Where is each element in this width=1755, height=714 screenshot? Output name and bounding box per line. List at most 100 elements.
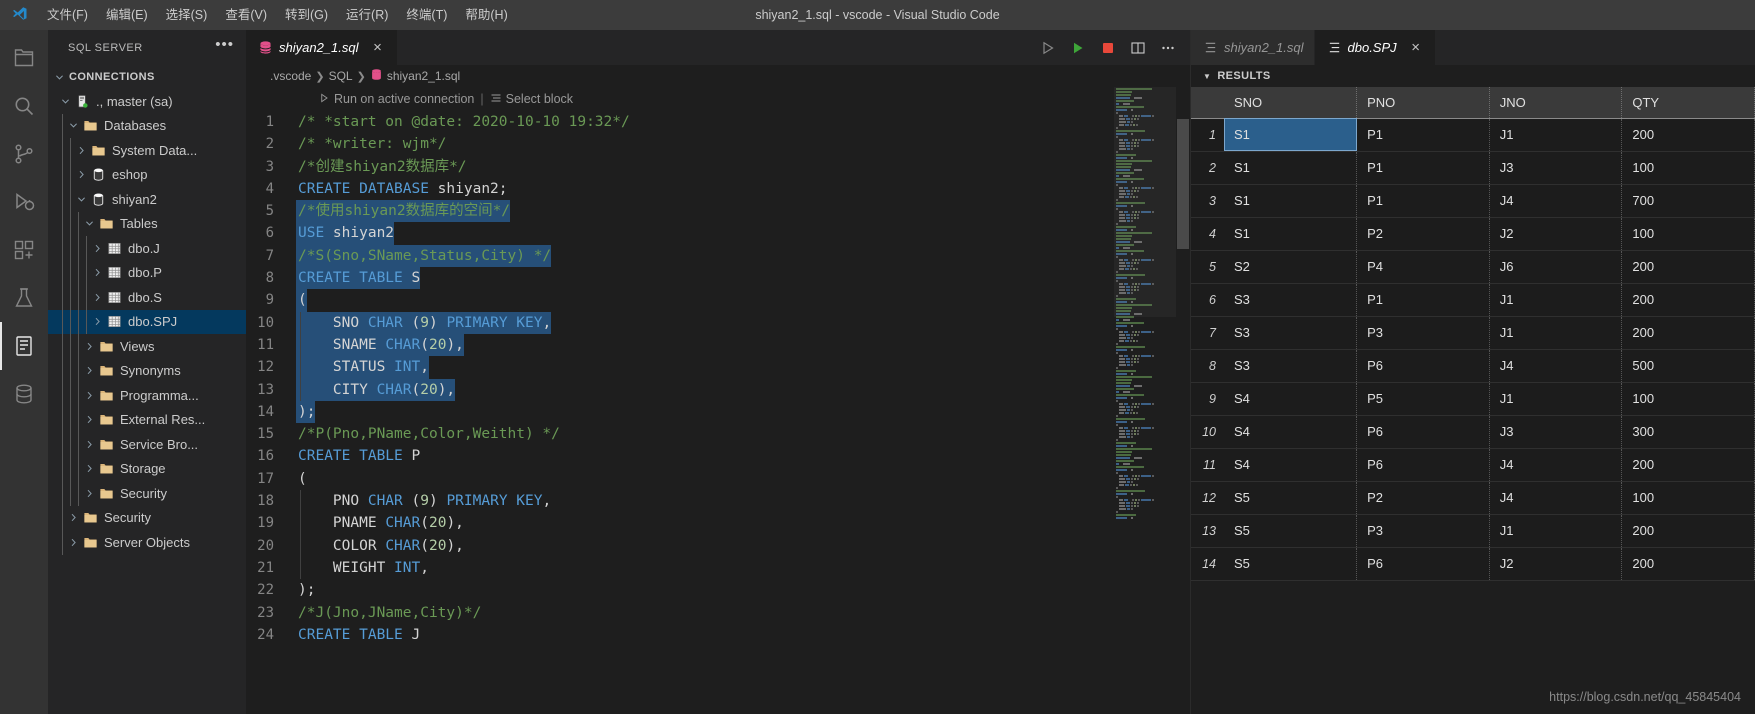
grid-cell-qty[interactable]: 100 xyxy=(1622,481,1755,514)
menu-item-view[interactable]: 查看(V) xyxy=(216,0,276,30)
grid-cell-pno[interactable]: P1 xyxy=(1357,283,1490,316)
column-header-sno[interactable]: SNO xyxy=(1224,87,1357,118)
grid-cell-sno[interactable]: S4 xyxy=(1224,382,1357,415)
tree-item-shiyan2[interactable]: shiyan2 xyxy=(48,187,246,212)
database-icon[interactable] xyxy=(0,370,48,418)
tree-item-security[interactable]: Security xyxy=(48,481,246,506)
tree-item-system-data[interactable]: System Data... xyxy=(48,138,246,163)
table-row[interactable]: 8S3P6J4500 xyxy=(1191,349,1755,382)
grid-cell-jno[interactable]: J4 xyxy=(1489,349,1622,382)
grid-cell-pno[interactable]: P1 xyxy=(1357,184,1490,217)
chevron-right-icon[interactable] xyxy=(82,383,96,408)
table-row[interactable]: 5S2P4J6200 xyxy=(1191,250,1755,283)
grid-cell-qty[interactable]: 100 xyxy=(1622,217,1755,250)
code-line[interactable]: 2/* *writer: wjm*/ xyxy=(246,133,1190,155)
code-line[interactable]: 16CREATE TABLE P xyxy=(246,445,1190,467)
code-line[interactable]: 7/*S(Sno,SName,Status,City) */ xyxy=(246,245,1190,267)
row-number-cell[interactable]: 2 xyxy=(1191,151,1224,184)
tree-item-dbo-j[interactable]: dbo.J xyxy=(48,236,246,261)
code-line[interactable]: 4CREATE DATABASE shiyan2; xyxy=(246,178,1190,200)
grid-cell-qty[interactable]: 200 xyxy=(1622,250,1755,283)
grid-cell-sno[interactable]: S3 xyxy=(1224,349,1357,382)
tree-item-security[interactable]: Security xyxy=(48,506,246,531)
tree-item-databases[interactable]: Databases xyxy=(48,114,246,139)
menu-item-go[interactable]: 转到(G) xyxy=(276,0,337,30)
code-line[interactable]: 3/*创建shiyan2数据库*/ xyxy=(246,156,1190,178)
grid-cell-pno[interactable]: P3 xyxy=(1357,514,1490,547)
run-query-outline-button[interactable] xyxy=(1034,34,1062,62)
table-row[interactable]: 13S5P3J1200 xyxy=(1191,514,1755,547)
code-editor[interactable]: 1/* *start on @date: 2020-10-10 19:32*/2… xyxy=(246,87,1190,714)
close-icon[interactable]: × xyxy=(1407,39,1425,57)
table-row[interactable]: 11S4P6J4200 xyxy=(1191,448,1755,481)
source-control-icon[interactable] xyxy=(0,130,48,178)
menu-item-edit[interactable]: 编辑(E) xyxy=(97,0,157,30)
row-number-cell[interactable]: 12 xyxy=(1191,481,1224,514)
grid-cell-pno[interactable]: P2 xyxy=(1357,217,1490,250)
grid-cell-jno[interactable]: J3 xyxy=(1489,151,1622,184)
menu-item-selection[interactable]: 选择(S) xyxy=(157,0,217,30)
grid-cell-qty[interactable]: 200 xyxy=(1622,547,1755,580)
grid-cell-qty[interactable]: 200 xyxy=(1622,316,1755,349)
sql-server-icon[interactable] xyxy=(0,322,48,370)
tree-item-server-objects[interactable]: Server Objects xyxy=(48,530,246,555)
row-number-cell[interactable]: 9 xyxy=(1191,382,1224,415)
code-line[interactable]: 10 SNO CHAR (9) PRIMARY KEY, xyxy=(246,312,1190,334)
code-line[interactable]: 9( xyxy=(246,289,1190,311)
row-number-cell[interactable]: 13 xyxy=(1191,514,1224,547)
chevron-right-icon[interactable] xyxy=(66,530,80,555)
chevron-down-icon[interactable] xyxy=(66,114,80,139)
results-tab-shiyan2-1-sql[interactable]: shiyan2_1.sql xyxy=(1191,30,1315,65)
tree-item-tables[interactable]: Tables xyxy=(48,212,246,237)
editor-tab-shiyan2-1-sql[interactable]: shiyan2_1.sql × xyxy=(246,30,398,65)
table-row[interactable]: 4S1P2J2100 xyxy=(1191,217,1755,250)
grid-cell-jno[interactable]: J1 xyxy=(1489,283,1622,316)
menu-item-terminal[interactable]: 终端(T) xyxy=(397,0,456,30)
grid-cell-jno[interactable]: J1 xyxy=(1489,382,1622,415)
minimap-slider[interactable] xyxy=(1114,87,1176,317)
grid-cell-qty[interactable]: 200 xyxy=(1622,283,1755,316)
grid-cell-qty[interactable]: 700 xyxy=(1622,184,1755,217)
grid-cell-pno[interactable]: P5 xyxy=(1357,382,1490,415)
chevron-down-icon[interactable] xyxy=(82,212,96,237)
test-beaker-icon[interactable] xyxy=(0,274,48,322)
chevron-right-icon[interactable] xyxy=(82,408,96,433)
tree-item-programma[interactable]: Programma... xyxy=(48,383,246,408)
grid-cell-pno[interactable]: P4 xyxy=(1357,250,1490,283)
chevron-right-icon[interactable] xyxy=(90,285,104,310)
code-line[interactable]: 6USE shiyan2 xyxy=(246,222,1190,244)
row-number-cell[interactable]: 10 xyxy=(1191,415,1224,448)
menu-item-file[interactable]: 文件(F) xyxy=(38,0,97,30)
code-line[interactable]: 19 PNAME CHAR(20), xyxy=(246,512,1190,534)
row-number-cell[interactable]: 5 xyxy=(1191,250,1224,283)
run-on-active-connection-lens[interactable]: Run on active connection xyxy=(318,92,474,107)
code-line[interactable]: 22); xyxy=(246,579,1190,601)
minimap[interactable] xyxy=(1114,87,1176,714)
row-number-cell[interactable]: 8 xyxy=(1191,349,1224,382)
grid-cell-sno[interactable]: S3 xyxy=(1224,283,1357,316)
grid-cell-sno[interactable]: S1 xyxy=(1224,151,1357,184)
chevron-right-icon[interactable] xyxy=(82,457,96,482)
grid-cell-jno[interactable]: J3 xyxy=(1489,415,1622,448)
grid-cell-qty[interactable]: 200 xyxy=(1622,448,1755,481)
editor-scrollbar[interactable] xyxy=(1176,87,1190,714)
grid-cell-sno[interactable]: S4 xyxy=(1224,415,1357,448)
chevron-right-icon[interactable] xyxy=(82,432,96,457)
grid-cell-sno[interactable]: S1 xyxy=(1224,184,1357,217)
grid-cell-pno[interactable]: P3 xyxy=(1357,316,1490,349)
select-block-lens[interactable]: Select block xyxy=(490,92,573,107)
tree-item-master-sa[interactable]: ., master (sa) xyxy=(48,89,246,114)
chevron-right-icon[interactable] xyxy=(90,310,104,335)
breadcrumb-item-file[interactable]: shiyan2_1.sql xyxy=(370,68,460,84)
grid-cell-qty[interactable]: 200 xyxy=(1622,118,1755,151)
chevron-right-icon[interactable] xyxy=(74,138,88,163)
chevron-right-icon[interactable] xyxy=(66,506,80,531)
code-line[interactable]: 24CREATE TABLE J xyxy=(246,624,1190,646)
grid-cell-sno[interactable]: S5 xyxy=(1224,547,1357,580)
grid-cell-sno[interactable]: S3 xyxy=(1224,316,1357,349)
code-line[interactable]: 1/* *start on @date: 2020-10-10 19:32*/ xyxy=(246,111,1190,133)
grid-cell-jno[interactable]: J4 xyxy=(1489,448,1622,481)
grid-cell-qty[interactable]: 300 xyxy=(1622,415,1755,448)
chevron-right-icon[interactable] xyxy=(82,359,96,384)
tree-item-views[interactable]: Views xyxy=(48,334,246,359)
